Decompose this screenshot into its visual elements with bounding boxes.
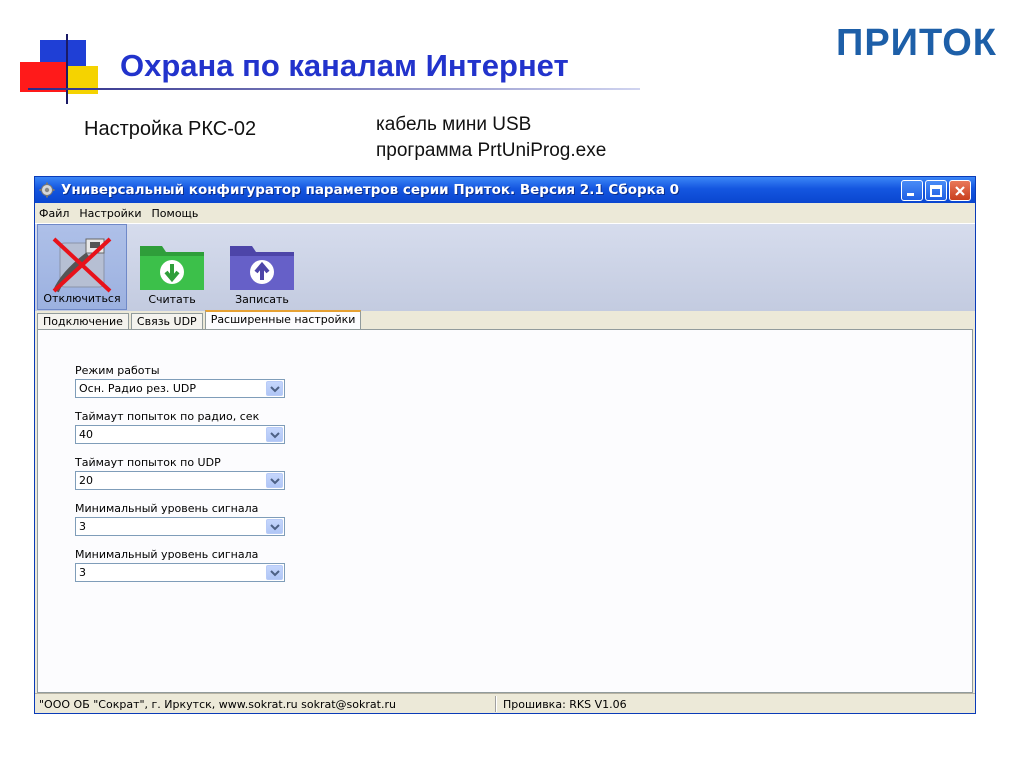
- configurator-window: Универсальный конфигуратор параметров се…: [34, 176, 976, 714]
- menu-settings[interactable]: Настройки: [79, 207, 141, 220]
- select-value: 20: [79, 474, 93, 487]
- menu-bar: Файл Настройки Помощь: [35, 203, 975, 223]
- disconnect-icon: [52, 237, 112, 293]
- close-icon: [955, 185, 965, 196]
- disconnect-label: Отключиться: [43, 292, 121, 305]
- tab-connection[interactable]: Подключение: [37, 313, 129, 329]
- field-label: Минимальный уровень сигнала SIM1: [75, 502, 259, 528]
- field-radio-timeout: Таймаут попыток по радио, сек 40: [75, 410, 287, 444]
- subtitle-cable: кабель мини USB: [376, 114, 532, 135]
- window-controls: [901, 179, 975, 201]
- window-title: Универсальный конфигуратор параметров се…: [61, 182, 680, 198]
- status-bar: "ООО ОБ "Сократ", г. Иркутск, www.sokrat…: [35, 693, 975, 713]
- dropdown-button[interactable]: [266, 519, 283, 534]
- chevron-down-icon: [270, 386, 280, 393]
- menu-file[interactable]: Файл: [39, 207, 69, 220]
- upload-folder-icon: [230, 246, 294, 290]
- status-divider: [495, 696, 497, 712]
- advanced-settings-panel: Режим работы Осн. Радио рез. UDP Таймаут…: [37, 329, 973, 693]
- field-label: Таймаут попыток по UDP: [75, 456, 221, 469]
- subtitle-device: Настройка РКС-02: [84, 118, 257, 140]
- select-value: 3: [79, 520, 86, 533]
- menu-help[interactable]: Помощь: [152, 207, 199, 220]
- select-value: Осн. Радио рез. UDP: [79, 382, 196, 395]
- field-sim2-signal: Минимальный уровень сигнала SIM2 3: [75, 548, 287, 582]
- disconnect-button[interactable]: Отключиться: [37, 224, 127, 310]
- status-firmware: Прошивка: RKS V1.06: [503, 698, 627, 711]
- tab-udp[interactable]: Связь UDP: [130, 313, 203, 329]
- logo-text: ПРИТОК: [836, 22, 997, 64]
- window-titlebar[interactable]: Универсальный конфигуратор параметров се…: [35, 177, 975, 203]
- select-value: 40: [79, 428, 93, 441]
- maximize-icon: [930, 184, 942, 197]
- dropdown-button[interactable]: [266, 427, 283, 442]
- radio-timeout-select[interactable]: 40: [75, 425, 285, 444]
- udp-timeout-select[interactable]: 20: [75, 471, 285, 490]
- chevron-down-icon: [270, 570, 280, 577]
- close-button[interactable]: [949, 179, 971, 201]
- write-label: Записать: [235, 293, 289, 306]
- operation-mode-select[interactable]: Осн. Радио рез. UDP: [75, 379, 285, 398]
- field-sim1-signal: Минимальный уровень сигнала SIM1 3: [75, 502, 287, 536]
- title-underline: [28, 88, 640, 90]
- dropdown-button[interactable]: [266, 565, 283, 580]
- tab-advanced-settings[interactable]: Расширенные настройки: [204, 310, 362, 329]
- status-company: "ООО ОБ "Сократ", г. Иркутск, www.sokrat…: [39, 698, 396, 711]
- field-operation-mode: Режим работы Осн. Радио рез. UDP: [75, 364, 287, 398]
- select-value: 3: [79, 566, 86, 579]
- gear-icon: [39, 182, 55, 198]
- minimize-button[interactable]: [901, 179, 923, 201]
- tab-strip: Подключение Связь UDP Расширенные настро…: [37, 310, 363, 329]
- subtitle-requirements: кабель мини USB программа PrtUniProg.exe: [376, 112, 606, 164]
- field-label: Таймаут попыток по радио, сек: [75, 410, 260, 423]
- sim2-signal-select[interactable]: 3: [75, 563, 285, 582]
- read-label: Считать: [148, 293, 196, 306]
- maximize-button[interactable]: [925, 179, 947, 201]
- write-button[interactable]: Записать: [217, 224, 307, 310]
- read-button[interactable]: Считать: [127, 224, 217, 310]
- field-label: Режим работы: [75, 364, 160, 377]
- sim1-signal-select[interactable]: 3: [75, 517, 285, 536]
- minimize-icon: [907, 192, 914, 196]
- field-udp-timeout: Таймаут попыток по UDP 20: [75, 456, 287, 490]
- chevron-down-icon: [270, 432, 280, 439]
- chevron-down-icon: [270, 524, 280, 531]
- field-label: Минимальный уровень сигнала SIM2: [75, 548, 259, 574]
- dropdown-button[interactable]: [266, 473, 283, 488]
- dropdown-button[interactable]: [266, 381, 283, 396]
- pritok-logo: ПРИТОК: [836, 22, 1004, 64]
- toolbar: Отключиться Считать Записать: [35, 223, 975, 311]
- slide-title: Охрана по каналам Интернет: [120, 48, 569, 83]
- decor-vertical-line: [66, 34, 68, 104]
- subtitle-program: программа PrtUniProg.exe: [376, 140, 607, 161]
- download-folder-icon: [140, 246, 204, 290]
- chevron-down-icon: [270, 478, 280, 485]
